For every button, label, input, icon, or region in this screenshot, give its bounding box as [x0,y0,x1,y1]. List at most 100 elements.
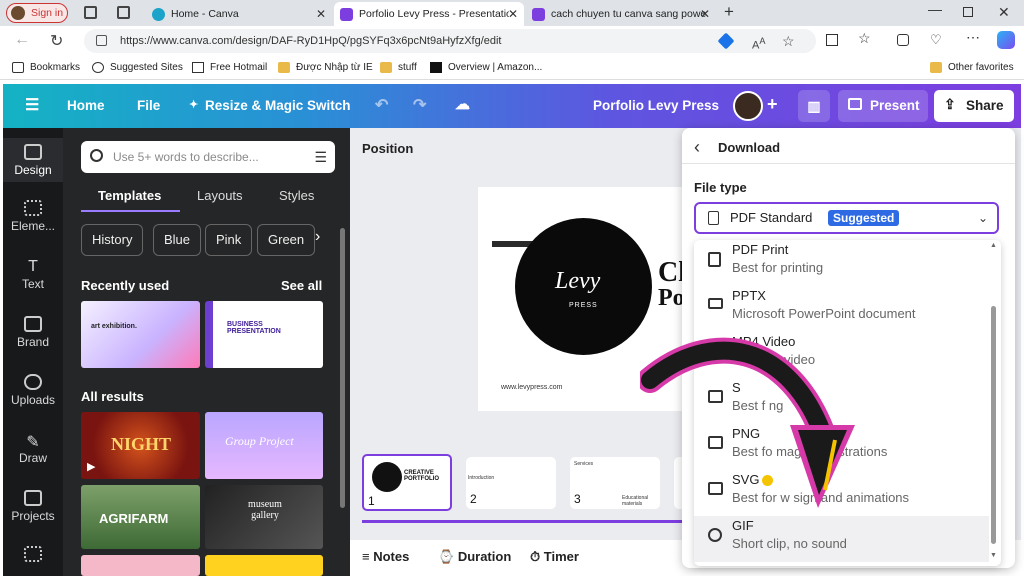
restore-icon[interactable] [963,7,973,17]
more-icon[interactable]: ⋯ [966,29,980,46]
amazon-icon [430,62,442,73]
option-gif[interactable]: GIF Short clip, no sound [694,516,989,562]
refresh-icon[interactable]: ↻ [50,31,63,51]
collections-icon[interactable] [897,34,909,46]
template-search-input[interactable]: Use 5+ words to describe... ☰ [81,141,335,173]
analytics-button[interactable]: ▥ [798,90,830,122]
back-chevron-icon[interactable]: ‹ [694,137,700,158]
nav-uploads[interactable]: Uploads [3,374,63,407]
options-scrollbar[interactable] [991,306,996,544]
option-pptx[interactable]: PPTX Microsoft PowerPoint document [694,286,989,332]
tab-title: Porfolio Levy Press - Presentation [359,8,509,20]
nav-label: Design [14,163,52,177]
redo-icon[interactable]: ↷ [413,95,426,115]
chevron-right-icon[interactable]: › [315,228,320,246]
user-avatar[interactable] [733,91,763,121]
nav-projects[interactable]: Projects [3,490,63,523]
resize-button[interactable]: Resize & Magic Switch [205,98,351,113]
template-thumb-business[interactable]: BUSINESS PRESENTATION [205,301,323,368]
bookmark-label: Free Hotmail [210,62,268,73]
split-screen-icon[interactable] [826,34,838,46]
nav-text[interactable]: T Text [3,258,63,291]
nav-design[interactable]: Design [3,138,63,182]
timer-button[interactable]: ⏱ Timer [530,549,579,565]
design-title[interactable]: Porfolio Levy Press [593,98,719,113]
scroll-up-icon[interactable]: ▲ [990,242,997,249]
back-icon[interactable]: ← [14,31,30,49]
share-button[interactable]: ⇪ Share [934,90,1014,122]
bookmark-label: Other favorites [948,62,1014,73]
chevron-down-icon: ⌄ [978,211,989,225]
template-thumb-museum[interactable]: museum gallery [205,485,323,549]
read-aloud-icon[interactable]: AA [752,29,765,58]
filter-icon[interactable]: ☰ [314,141,327,173]
all-results-heading: All results [81,389,144,404]
tab-porfolio[interactable]: Porfolio Levy Press - Presentation ✕ [334,2,524,26]
tag-icon[interactable] [717,32,735,50]
bookmark-stuff[interactable]: stuff [380,62,417,73]
workspaces-icon[interactable] [84,6,97,19]
template-thumb-group-project[interactable]: Group Project [205,412,323,479]
bookmark-suggested[interactable]: Suggested Sites [92,62,183,73]
canva-doc-icon [340,7,353,21]
favorites-icon[interactable]: ☆ [858,30,871,47]
nav-apps[interactable] [3,546,63,565]
close-icon[interactable]: ✕ [700,7,710,21]
canva-top-bar: ☰ Home File ✦ Resize & Magic Switch ↶ ↷ … [3,84,1021,128]
tab-actions-icon[interactable] [117,6,130,19]
close-icon[interactable]: ✕ [316,7,326,21]
window-close-icon[interactable]: ✕ [998,4,1010,21]
tab-cach-chuyen[interactable]: cach chuyen tu canva sang powe ✕ [526,2,716,26]
chip-history[interactable]: History [81,224,144,256]
see-all-link[interactable]: See all [281,278,322,293]
bookmark-amazon[interactable]: Overview | Amazon... [430,62,542,73]
file-type-select[interactable]: PDF Standard Suggested ⌄ [694,202,999,234]
nav-elements[interactable]: Eleme... [3,200,63,233]
nav-brand[interactable]: Brand [3,316,63,349]
template-thumb-pink[interactable] [81,555,200,576]
favorite-star-icon[interactable]: ☆ [782,29,795,53]
signin-button[interactable]: Sign in [6,3,68,23]
page-number: 1 [368,494,375,508]
new-tab-icon[interactable]: + [724,2,734,22]
copilot-icon[interactable] [997,31,1015,49]
bookmark-bookmarks[interactable]: Bookmarks [12,62,80,73]
panel-scrollbar[interactable] [340,228,345,508]
url-field[interactable]: https://www.canva.com/design/DAF-RyD1HpQ… [84,29,816,53]
bookmark-ie[interactable]: Được Nhập từ IE [278,62,373,73]
option-pdf-print[interactable]: PDF Print Best for printing [694,240,989,286]
duration-button[interactable]: ⌚ Duration [438,549,511,565]
position-button[interactable]: Position [362,141,413,156]
chip-blue[interactable]: Blue [153,224,202,256]
undo-icon[interactable]: ↶ [375,95,388,115]
logo-circle[interactable]: Levy PRESS [515,218,652,355]
present-button[interactable]: Present [838,90,928,122]
template-thumb-night[interactable]: NIGHT ▶ [81,412,200,479]
chip-green[interactable]: Green [257,224,316,256]
bookmark-other[interactable]: Other favorites [930,62,1014,73]
close-icon[interactable]: ✕ [508,7,518,21]
template-thumb-art[interactable]: art exhibition. [81,301,200,368]
nav-draw[interactable]: ✎ Draw [3,432,63,465]
notes-button[interactable]: ≡ Notes [362,549,409,564]
template-thumb-agrifarm[interactable]: AGRIFARM [81,485,200,549]
tab-styles[interactable]: Styles [279,188,314,203]
bookmark-hotmail[interactable]: Free Hotmail [192,62,267,73]
page-thumb-2[interactable]: Introduction 2 [466,457,556,509]
cloud-saved-icon[interactable]: ☁ [455,95,470,113]
minimize-icon[interactable]: — [928,1,942,17]
tab-templates[interactable]: Templates [98,188,161,203]
file-button[interactable]: File [137,98,160,113]
browser-essentials-icon[interactable]: ♡ [930,32,942,48]
add-collaborator-icon[interactable]: + [767,94,778,115]
tab-layouts[interactable]: Layouts [197,188,243,203]
elements-icon [24,200,42,216]
page-thumb-1[interactable]: CREATIVE PORTFOLIO 1 [362,454,452,511]
page-icon [192,62,204,73]
template-thumb-yellow[interactable] [205,555,323,576]
tab-home-canva[interactable]: Home - Canva ✕ [146,2,332,26]
scroll-down-icon[interactable]: ▼ [990,552,997,559]
chip-pink[interactable]: Pink [205,224,253,256]
home-button[interactable]: Home [67,98,105,113]
menu-icon[interactable]: ☰ [25,95,39,115]
